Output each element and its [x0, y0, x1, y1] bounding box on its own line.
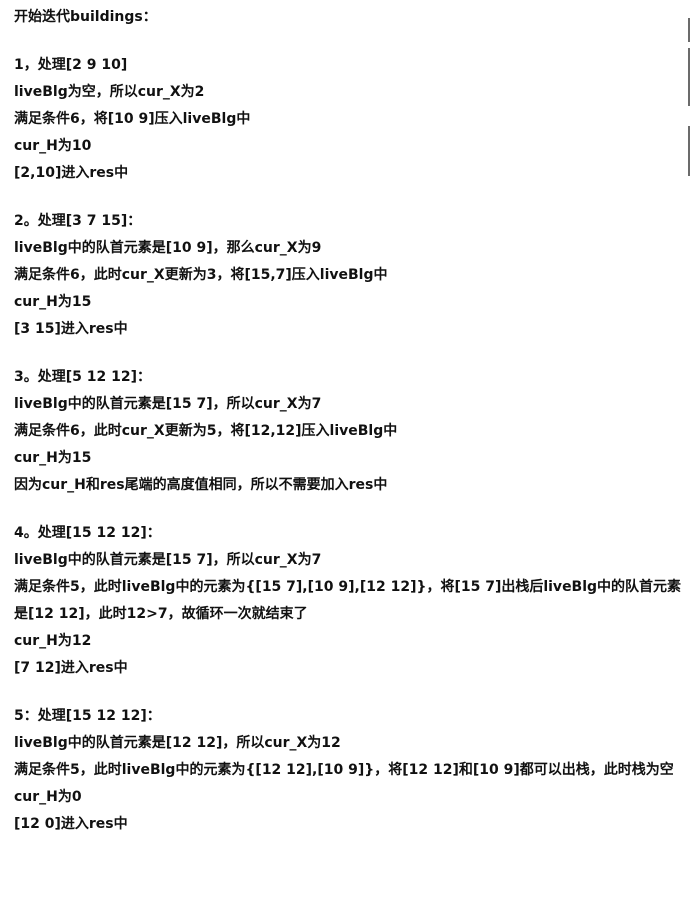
document-body: 开始迭代buildings： 1，处理[2 9 10] liveBlg为空，所以… [14, 4, 686, 838]
step-line: 满足条件6，此时cur_X更新为5，将[12,12]压入liveBlg中 [14, 423, 398, 439]
step-title: 4。处理[15 12 12]： [14, 525, 161, 541]
step-line: 满足条件5，此时liveBlg中的元素为{[15 7],[10 9],[12 1… [14, 579, 682, 622]
step-line: liveBlg中的队首元素是[10 9]，那么cur_X为9 [14, 240, 322, 256]
step-line: [7 12]进入res中 [14, 660, 128, 676]
document-heading: 开始迭代buildings： [14, 9, 157, 25]
step-line: [2,10]进入res中 [14, 165, 129, 181]
step-title: 3。处理[5 12 12]： [14, 369, 151, 385]
step-line: 满足条件6，此时cur_X更新为3，将[15,7]压入liveBlg中 [14, 267, 388, 283]
step-title: 1，处理[2 9 10] [14, 57, 128, 73]
step-line: cur_H为15 [14, 294, 92, 310]
step-title: 2。处理[3 7 15]： [14, 213, 142, 229]
step-line: 满足条件6，将[10 9]压入liveBlg中 [14, 111, 251, 127]
step-line: liveBlg中的队首元素是[15 7]，所以cur_X为7 [14, 396, 322, 412]
step-section-5: 5：处理[15 12 12]： liveBlg中的队首元素是[12 12]，所以… [14, 703, 686, 838]
step-line: 因为cur_H和res尾端的高度值相同，所以不需要加入res中 [14, 477, 388, 493]
step-line: liveBlg中的队首元素是[15 7]，所以cur_X为7 [14, 552, 322, 568]
step-line: liveBlg中的队首元素是[12 12]，所以cur_X为12 [14, 735, 341, 751]
step-section-4: 4。处理[15 12 12]： liveBlg中的队首元素是[15 7]，所以c… [14, 520, 686, 682]
step-line: cur_H为10 [14, 138, 92, 154]
step-title: 5：处理[15 12 12]： [14, 708, 161, 724]
step-section-1: 1，处理[2 9 10] liveBlg为空，所以cur_X为2 满足条件6，将… [14, 52, 686, 187]
step-line: cur_H为12 [14, 633, 92, 649]
step-section-3: 3。处理[5 12 12]： liveBlg中的队首元素是[15 7]，所以cu… [14, 364, 686, 499]
step-line: cur_H为0 [14, 789, 82, 805]
step-line: 满足条件5，此时liveBlg中的元素为{[12 12],[10 9]}，将[1… [14, 762, 674, 778]
step-section-2: 2。处理[3 7 15]： liveBlg中的队首元素是[10 9]，那么cur… [14, 208, 686, 343]
step-line: cur_H为15 [14, 450, 92, 466]
step-line: [3 15]进入res中 [14, 321, 128, 337]
step-line: [12 0]进入res中 [14, 816, 128, 832]
step-line: liveBlg为空，所以cur_X为2 [14, 84, 205, 100]
